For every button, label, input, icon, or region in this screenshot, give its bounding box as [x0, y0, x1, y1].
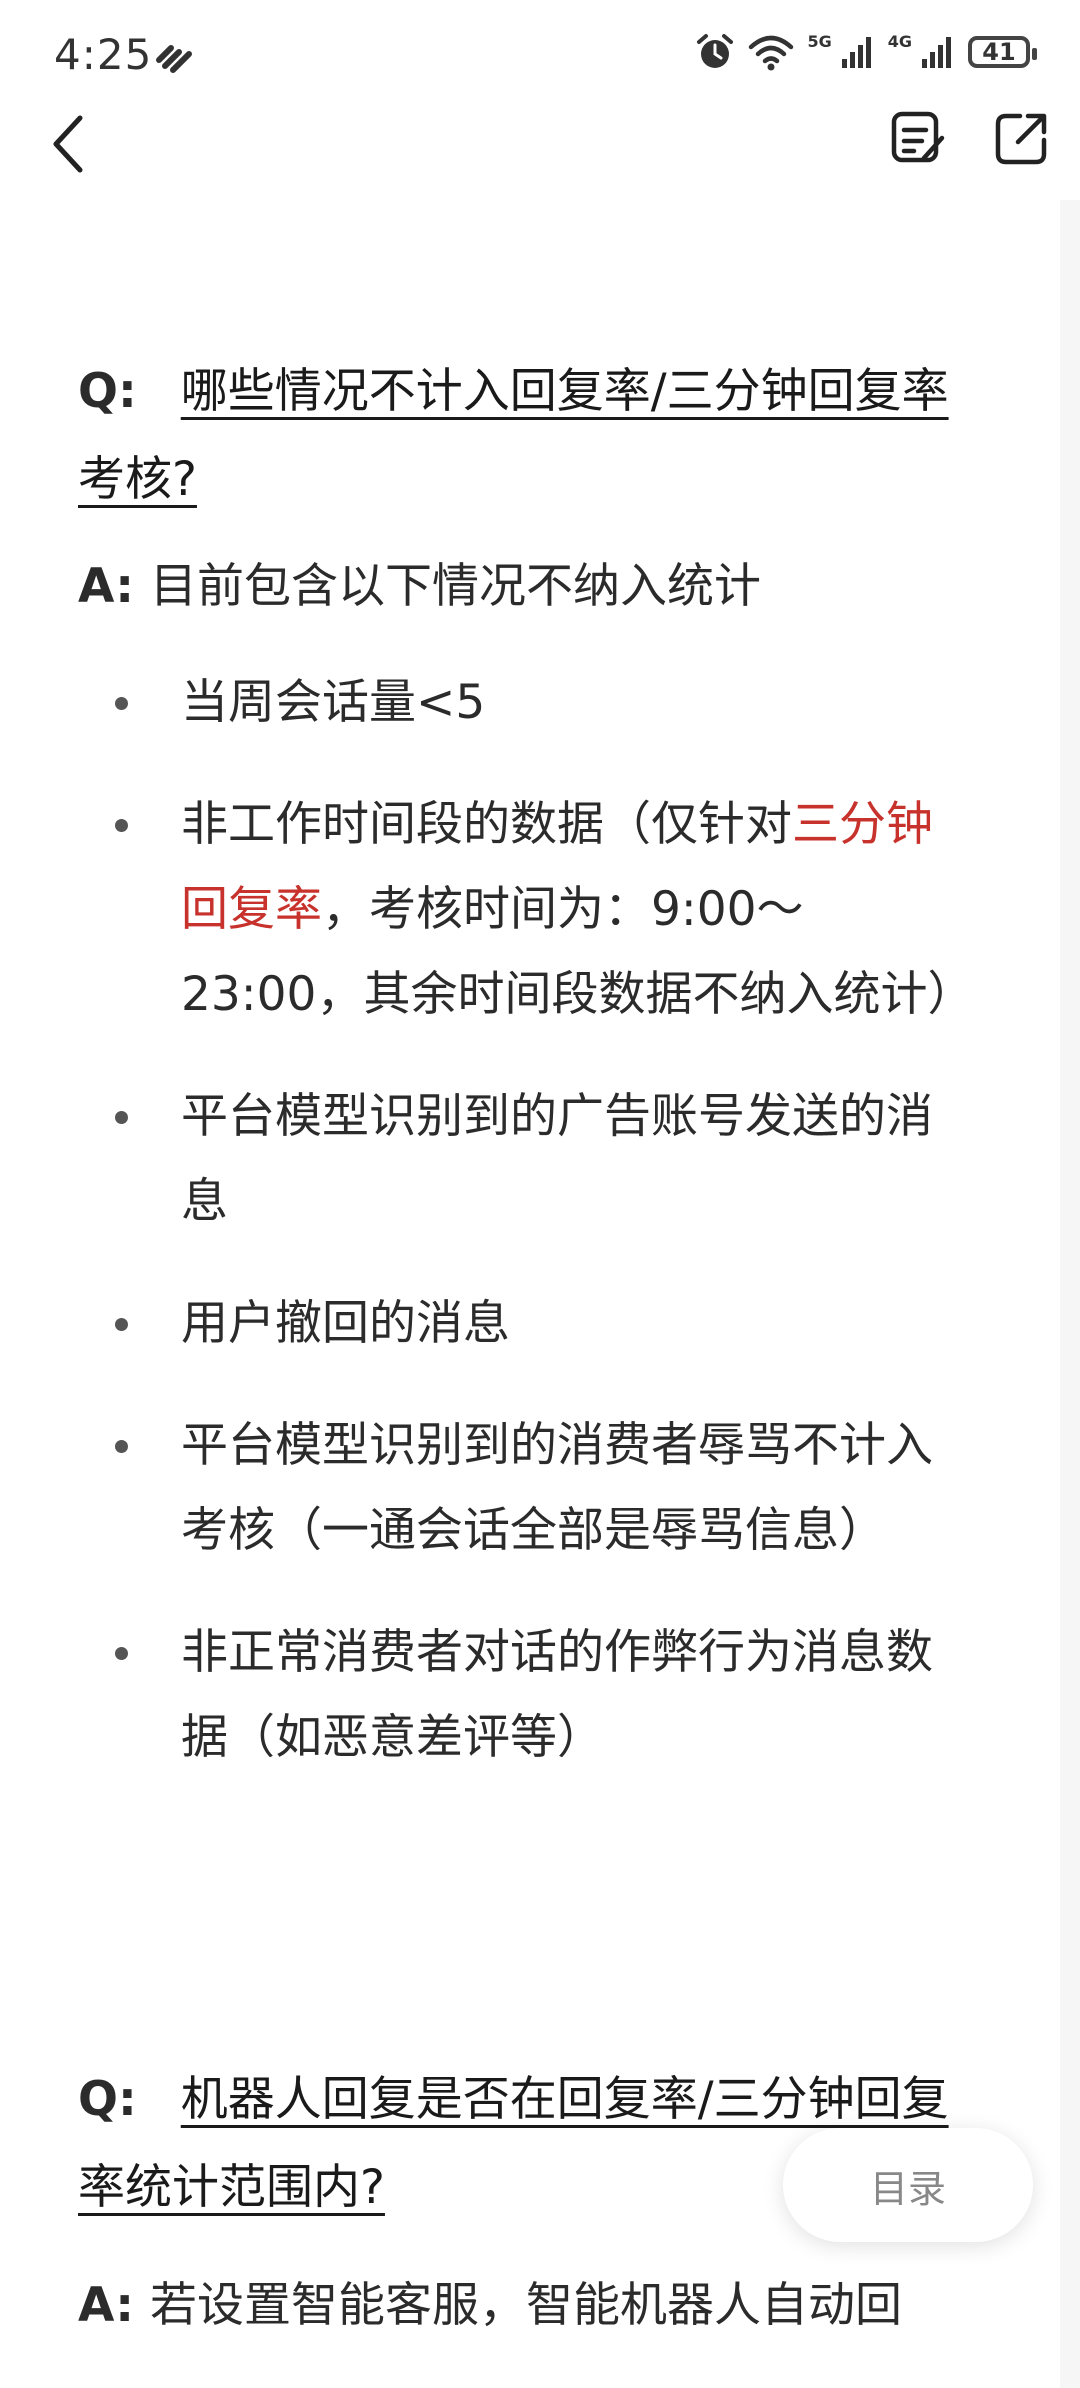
list-item: 平台模型识别到的广告账号发送的消息: [78, 1074, 978, 1244]
wifi-icon: [749, 35, 794, 71]
status-bar: 4:25 5G 4G 41: [0, 0, 1080, 110]
notes-edit-icon[interactable]: [888, 108, 948, 168]
list-item: 非工作时间段的数据（仅针对三分钟回复率，考核时间为：9:00～23:00，其余时…: [78, 782, 978, 1037]
faq-answer: A: 目前包含以下情况不纳入统计: [78, 550, 978, 624]
bullet-text: 非工作时间段的数据（仅针对: [181, 797, 792, 852]
list-item: 当周会话量<5: [78, 660, 978, 745]
status-time: 4:25: [54, 30, 153, 79]
answer-label: A:: [78, 2278, 135, 2333]
answer-label: A:: [78, 559, 135, 614]
cellular-5g-icon: [841, 37, 871, 68]
list-item: 非正常消费者对话的作弊行为消息数据（如恶意差评等）: [78, 1610, 978, 1780]
toc-button[interactable]: 目录: [783, 2128, 1033, 2242]
answer-bullet-list: 当周会话量<5 非工作时间段的数据（仅针对三分钟回复率，考核时间为：9:00～2…: [78, 660, 978, 1780]
battery-level: 41: [982, 38, 1016, 66]
page-edge: [1060, 200, 1080, 2388]
answer-intro: 目前包含以下情况不纳入统计: [150, 559, 762, 614]
question-link[interactable]: 哪些情况不计入回复率/三分钟回复率考核?: [78, 364, 949, 507]
list-item: 用户撤回的消息: [78, 1281, 978, 1366]
alarm-icon: [697, 34, 734, 68]
list-item: 平台模型识别到的消费者辱骂不计入考核（一通会话全部是辱骂信息）: [78, 1403, 978, 1573]
faq-answer-2: A: 若设置智能客服，智能机器人自动回: [78, 2264, 988, 2348]
faq-section-1: Q: 哪些情况不计入回复率/三分钟回复率考核? A: 目前包含以下情况不纳入统计 当…: [78, 348, 978, 1817]
network-5g-label: 5G: [807, 32, 832, 51]
answer-text: 若设置智能客服，智能机器人自动回: [150, 2278, 903, 2333]
share-icon[interactable]: [992, 108, 1052, 168]
network-4g-label: 4G: [887, 32, 912, 51]
nav-bar: [0, 100, 1080, 210]
battery-icon: 41: [968, 36, 1037, 68]
question-label: Q:: [78, 364, 137, 419]
back-icon[interactable]: [44, 104, 94, 184]
question-label: Q:: [78, 2072, 137, 2127]
cellular-4g-icon: [922, 37, 951, 68]
status-icons: 5G 4G 41: [695, 32, 1037, 72]
signal-app-icon: [156, 45, 192, 73]
faq-question: Q: 哪些情况不计入回复率/三分钟回复率考核?: [78, 348, 978, 524]
